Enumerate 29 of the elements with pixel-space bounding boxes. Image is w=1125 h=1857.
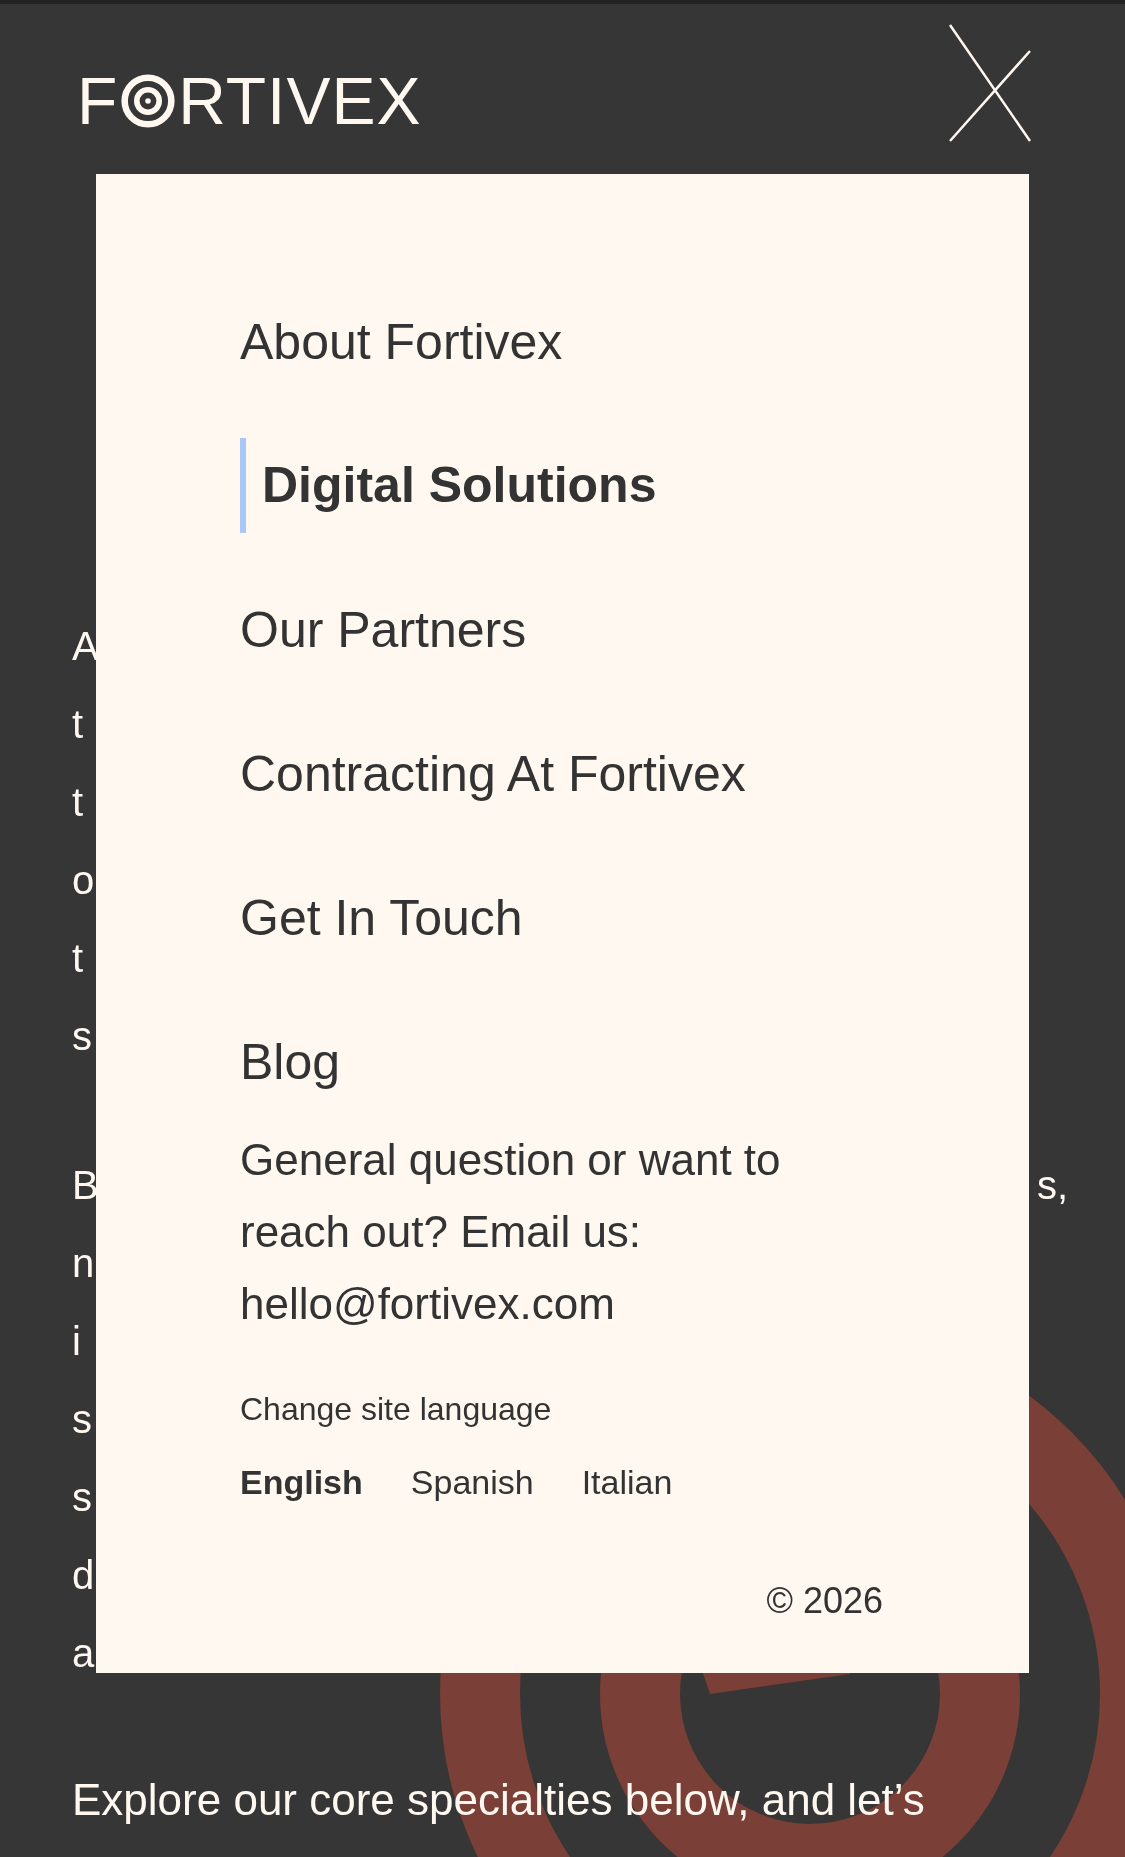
text-fragment: t [72,701,84,748]
body-text: Explore our core specialties below, and let’s [72,1774,926,1826]
text-fragment: n [72,1240,95,1287]
text-fragment: B [72,1162,99,1209]
text-fragment: d [72,1552,95,1599]
language-label: Change site language [240,1390,553,1429]
text-fragment: s [72,1396,92,1443]
close-icon[interactable] [948,23,1032,143]
language-link[interactable]: Italian [581,1460,673,1504]
menu-link[interactable]: About Fortivex [240,270,883,414]
logo[interactable]: F RTIVEX [77,68,422,134]
menu-link[interactable]: Blog [240,990,883,1134]
language-link[interactable]: English [240,1460,363,1504]
menu-link[interactable]: Get In Touch [240,846,883,990]
text-fragment: A [72,623,99,670]
text-fragment: s [72,1013,92,1060]
text-fragment: s [72,1474,92,1521]
copyright: © 2026 [766,1579,883,1623]
text-fragment: a [72,1630,95,1677]
text-fragment: t [72,935,84,982]
menu-link[interactable]: Our Partners [240,558,883,702]
text-fragment: s, [1036,1162,1068,1209]
menu-link[interactable]: Contracting At Fortivex [240,702,883,846]
language-link[interactable]: Spanish [410,1460,534,1504]
text-fragment: i [72,1318,81,1365]
contact-text: General question or want to reach out? Email us: hello@fortivex.com [240,1134,782,1330]
menu-link[interactable]: Digital Solutions [240,438,883,533]
text-fragment: o [72,857,95,904]
text-fragment: t [72,779,84,826]
